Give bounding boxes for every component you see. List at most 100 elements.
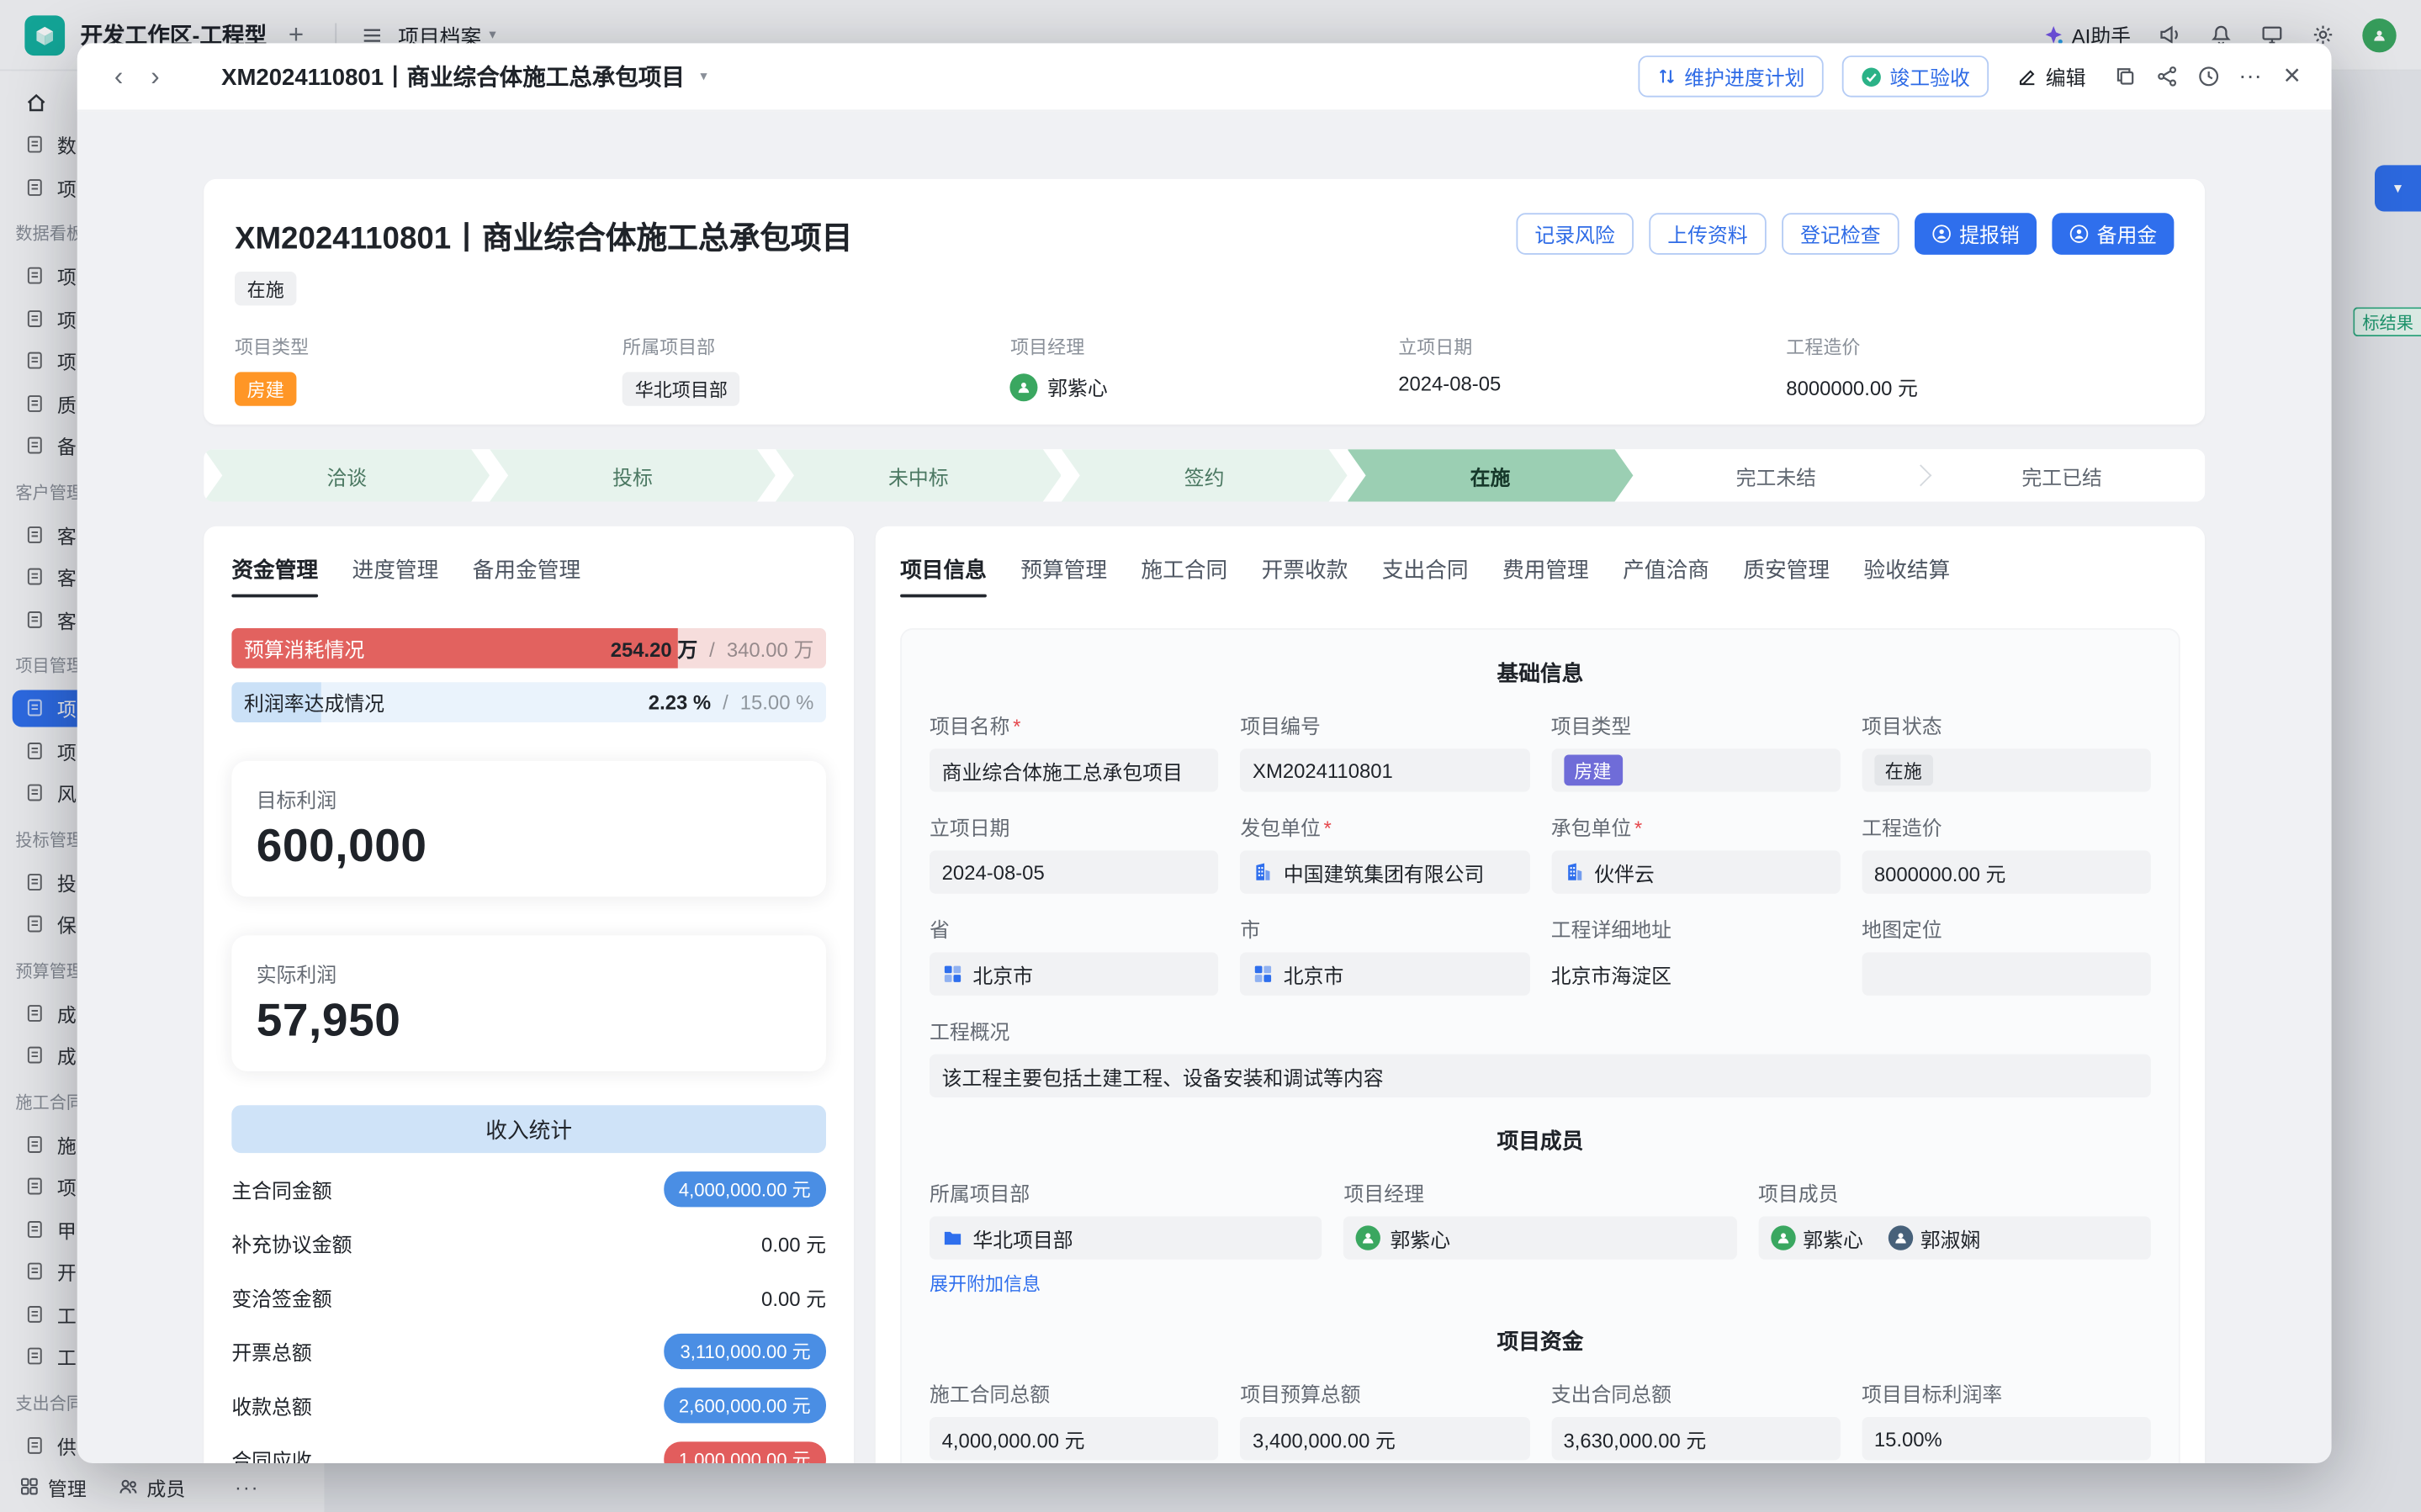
maintain-schedule-button[interactable]: 维护进度计划: [1638, 56, 1823, 98]
amount-label: 开票总额: [231, 1337, 311, 1367]
forward-button[interactable]: ›: [145, 63, 166, 89]
project-stage-stepper: 洽谈 投标 未中标 签约 在施 完工未结 完工已结: [204, 449, 2205, 501]
person-badge-icon: [1931, 224, 1952, 244]
amount-row: 收款总额 2,600,000.00 元: [231, 1378, 826, 1432]
field-project-name: 项目名称* 商业综合体施工总承包项目: [930, 710, 1219, 791]
hero-action-button[interactable]: 上传资料: [1649, 213, 1767, 255]
amount-value: 0.00 元: [761, 1282, 826, 1312]
tab[interactable]: 支出合同: [1382, 554, 1469, 597]
section-basic-info: 基础信息: [930, 658, 2151, 689]
amount-label: 合同应收: [231, 1445, 311, 1463]
avatar: [1888, 1225, 1912, 1250]
map-location-input[interactable]: [1862, 953, 2151, 996]
tab[interactable]: 备用金管理: [473, 554, 580, 597]
title-chevron-down-icon[interactable]: ▾: [700, 68, 707, 85]
project-manager-input[interactable]: 郭紫心: [1343, 1216, 1736, 1259]
tab[interactable]: 项目信息: [900, 554, 987, 597]
tab[interactable]: 施工合同: [1141, 554, 1227, 597]
section-project-members: 项目成员: [930, 1125, 2151, 1156]
target-profit-value: 600,000: [257, 821, 802, 873]
project-overview-input[interactable]: 该工程主要包括土建工程、设备安装和调试等内容: [930, 1055, 2151, 1097]
tab[interactable]: 预算管理: [1020, 554, 1107, 597]
tab[interactable]: 开票收款: [1262, 554, 1348, 597]
modal-header: ‹ › XM2024110801丨商业综合体施工总承包项目 ▾ 维护进度计划 竣…: [77, 43, 2332, 111]
member-chip[interactable]: 郭淑娴: [1888, 1224, 1980, 1253]
back-button[interactable]: ‹: [108, 63, 129, 89]
project-info-form: 基础信息 项目名称* 商业综合体施工总承包项目 项目编号 XM202411080…: [900, 628, 2180, 1463]
contractor-unit-input[interactable]: 伙伴云: [1551, 850, 1841, 893]
hero-action-button[interactable]: 记录风险: [1516, 213, 1634, 255]
funds-panel-tabs: 资金管理进度管理备用金管理: [231, 554, 826, 597]
expand-extra-info-link[interactable]: 展开附加信息: [930, 1271, 1041, 1297]
avatar: [1356, 1225, 1380, 1250]
field-project-type: 项目类型 房建: [1551, 710, 1841, 791]
province-input[interactable]: 北京市: [930, 953, 1219, 996]
tab[interactable]: 费用管理: [1502, 554, 1589, 597]
stage-step[interactable]: 未中标: [776, 449, 1062, 501]
field-project-code: 项目编号 XM2024110801: [1240, 710, 1529, 791]
copy-icon[interactable]: [2114, 65, 2138, 88]
amount-row: 合同应收 1,000,000.00 元: [231, 1432, 826, 1463]
amount-rows: 主合同金额 4,000,000.00 元 补充协议金额 0.00 元 变洽签金额…: [231, 1162, 826, 1463]
edit-button[interactable]: 编辑: [2007, 61, 2095, 93]
field-project-manager: 项目经理 郭紫心: [1343, 1177, 1736, 1298]
history-icon[interactable]: [2197, 65, 2221, 88]
fund-field: 项目目标利润率 15.00%: [1862, 1378, 2151, 1460]
city-input[interactable]: 北京市: [1240, 953, 1529, 996]
tab[interactable]: 质安管理: [1743, 554, 1830, 597]
stage-step[interactable]: 签约: [1062, 449, 1348, 501]
tab[interactable]: 产值洽商: [1623, 554, 1709, 597]
income-statistics-button[interactable]: 收入统计: [231, 1105, 826, 1153]
stage-step[interactable]: 完工未结: [1633, 449, 1919, 501]
stage-step[interactable]: 在施: [1348, 449, 1634, 501]
project-cost-input[interactable]: 8000000.00 元: [1862, 850, 2151, 893]
project-detail-modal: ‹ › XM2024110801丨商业综合体施工总承包项目 ▾ 维护进度计划 竣…: [77, 43, 2332, 1463]
department-input[interactable]: 华北项目部: [930, 1216, 1322, 1259]
avatar: [1771, 1225, 1795, 1250]
hero-action-button[interactable]: 备用金: [2052, 213, 2174, 255]
field-project-manager: 项目经理 郭紫心: [1010, 333, 1398, 405]
project-members-input[interactable]: 郭紫心 郭淑娴: [1758, 1216, 2151, 1259]
detail-address-value[interactable]: 北京市海淀区: [1551, 953, 1841, 996]
tab[interactable]: 资金管理: [231, 554, 318, 597]
person-icon: [1775, 1230, 1790, 1245]
fund-field: 项目预算总额 3,400,000.00 元: [1240, 1378, 1529, 1460]
stage-step[interactable]: 完工已结: [1919, 449, 2205, 501]
tab[interactable]: 验收结算: [1863, 554, 1950, 597]
amount-row: 主合同金额 4,000,000.00 元: [231, 1162, 826, 1216]
completion-acceptance-button[interactable]: 竣工验收: [1841, 56, 1988, 98]
project-type-input[interactable]: 房建: [1551, 748, 1841, 791]
member-chip[interactable]: 郭紫心: [1771, 1224, 1863, 1253]
fund-value-input[interactable]: 3,400,000.00 元: [1240, 1417, 1529, 1460]
amount-label: 补充协议金额: [231, 1229, 352, 1258]
stage-step[interactable]: 投标: [490, 449, 776, 501]
start-date-value: 2024-08-05: [1398, 372, 1786, 395]
close-button[interactable]: ×: [2284, 60, 2301, 93]
project-code-input[interactable]: XM2024110801: [1240, 748, 1529, 791]
project-name-input[interactable]: 商业综合体施工总承包项目: [930, 748, 1219, 791]
hero-action-button[interactable]: 登记检查: [1782, 213, 1899, 255]
building-icon: [1563, 861, 1585, 883]
fund-value-input[interactable]: 4,000,000.00 元: [930, 1417, 1219, 1460]
share-icon[interactable]: [2155, 65, 2179, 88]
person-badge-icon: [2069, 224, 2090, 244]
badge-check-icon: [1861, 66, 1883, 87]
fund-value-input[interactable]: 15.00%: [1862, 1417, 2151, 1460]
folder-icon: [942, 1227, 964, 1249]
stage-step[interactable]: 洽谈: [204, 449, 490, 501]
amount-value: 2,600,000.00 元: [664, 1388, 826, 1423]
owner-unit-input[interactable]: 中国建筑集团有限公司: [1240, 850, 1529, 893]
project-status-input[interactable]: 在施: [1862, 748, 2151, 791]
tab[interactable]: 进度管理: [352, 554, 438, 597]
hero-action-button[interactable]: 提报销: [1915, 213, 2037, 255]
field-project-cost: 工程造价 8000000.00 元: [1862, 812, 2151, 893]
start-date-input[interactable]: 2024-08-05: [930, 850, 1219, 893]
modal-actions: 维护进度计划 竣工验收 编辑 ··· ×: [1638, 56, 2301, 98]
field-detail-address: 工程详细地址 北京市海淀区: [1551, 914, 1841, 996]
actual-profit-card: 实际利润 57,950: [231, 935, 826, 1071]
fund-value-input[interactable]: 3,630,000.00 元: [1551, 1417, 1841, 1460]
status-badge: 在施: [235, 272, 296, 305]
department-tag: 华北项目部: [622, 372, 740, 405]
more-button[interactable]: ···: [2238, 65, 2262, 88]
field-owner-unit: 发包单位* 中国建筑集团有限公司: [1240, 812, 1529, 893]
